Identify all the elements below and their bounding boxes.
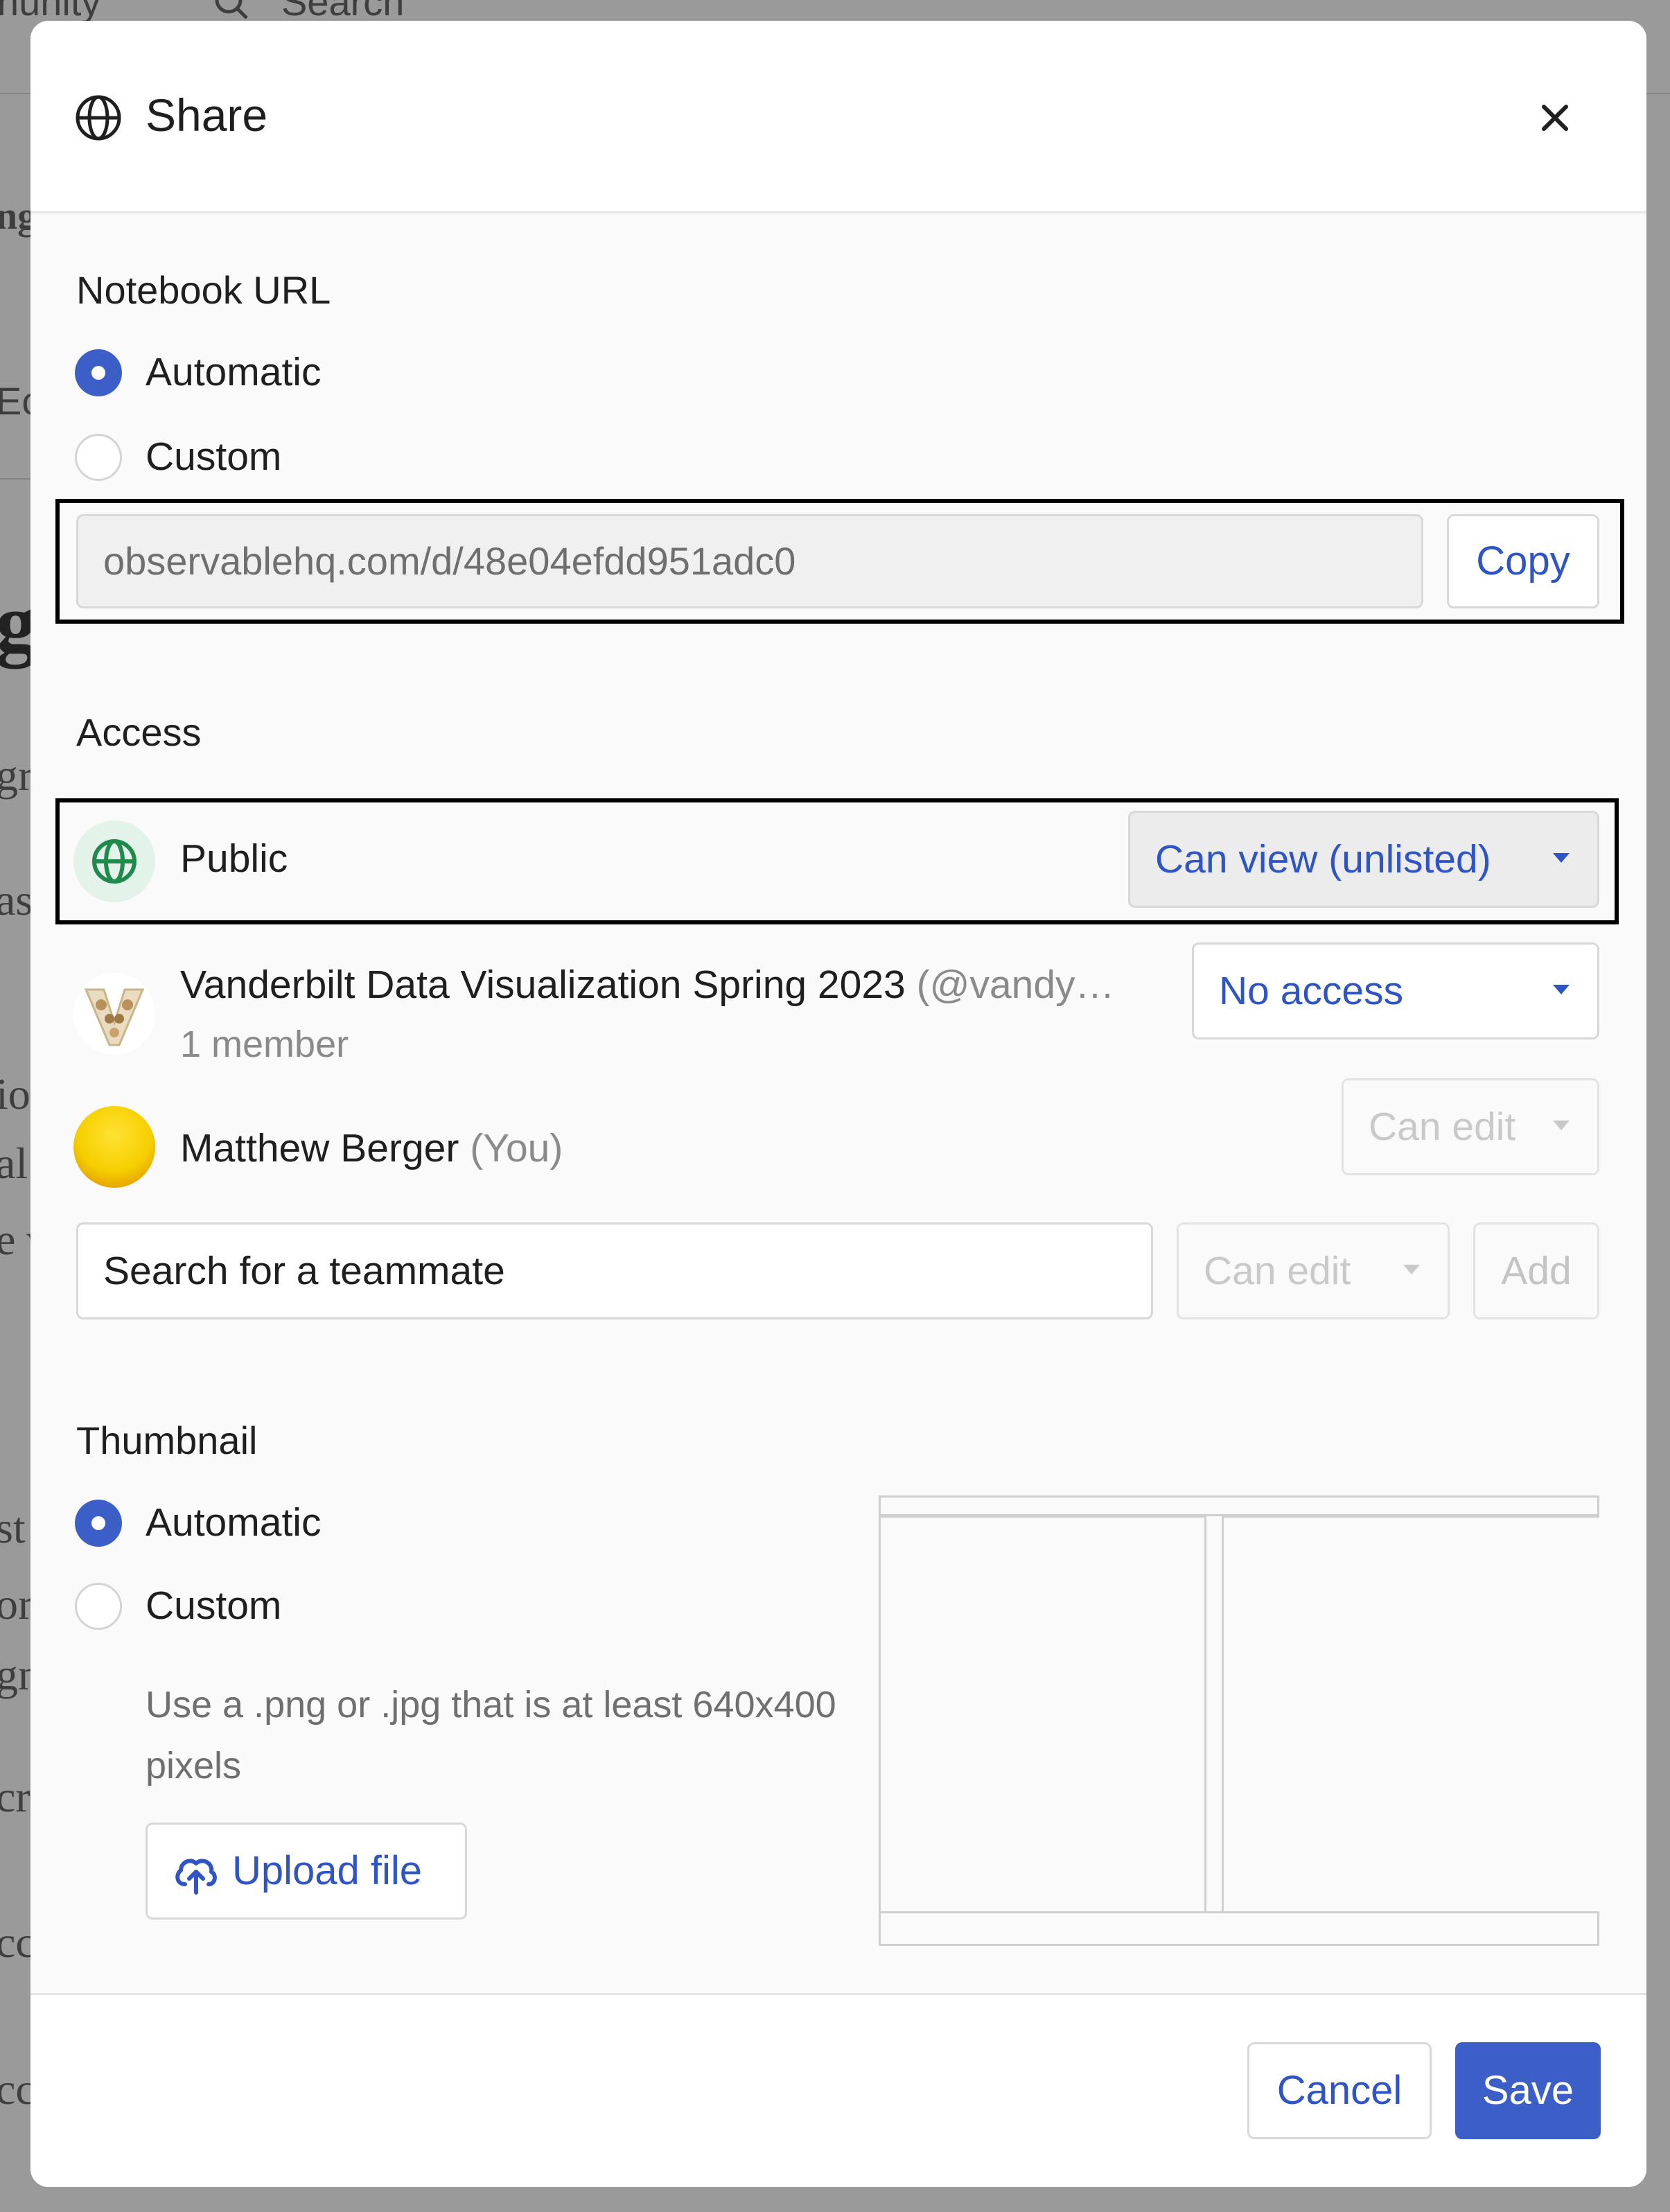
globe-icon (92, 839, 137, 884)
chevron-down-icon (1403, 1265, 1420, 1274)
thumbnail-hint: Use a .png or .jpg that is at least 640x… (146, 1684, 836, 1787)
background-fragment: io (0, 1069, 30, 1118)
thumbnail-automatic-radio[interactable] (75, 1500, 122, 1547)
thumbnail-custom-radio[interactable] (75, 1583, 122, 1630)
team-avatar (73, 973, 155, 1055)
dialog-title: Share (146, 89, 268, 141)
team-permission-value: No access (1219, 969, 1404, 1013)
team-permission-select[interactable]: No access (1192, 942, 1599, 1039)
background-fragment: gr (0, 750, 33, 800)
user-permission-value: Can edit (1369, 1105, 1516, 1149)
upload-file-button[interactable]: Upload file (146, 1823, 467, 1920)
thumbnail-preview-left-pane (881, 1516, 1206, 1913)
user-name: Matthew Berger (180, 1126, 459, 1170)
team-name-line: Vanderbilt Data Visualization Spring 202… (180, 962, 1115, 1008)
upload-icon (175, 1859, 217, 1895)
background-divider (0, 478, 30, 480)
public-label: Public (180, 836, 288, 881)
chevron-down-icon (1553, 1121, 1570, 1130)
background-fragment: as (0, 875, 33, 924)
background-search-icon (215, 0, 248, 19)
public-permission-select[interactable]: Can view (unlisted) (1128, 811, 1599, 908)
thumbnail-custom-label[interactable]: Custom (146, 1583, 281, 1629)
url-automatic-label[interactable]: Automatic (146, 349, 321, 395)
add-teammate-button[interactable]: Add (1473, 1222, 1599, 1319)
team-handle: (@vandy… (916, 963, 1115, 1007)
dialog-footer: Cancel Save (30, 1993, 1646, 2187)
url-automatic-radio[interactable] (75, 349, 122, 396)
thumbnail-preview-bottom-strip (881, 1911, 1597, 1913)
notebook-url-field[interactable]: observablehq.com/d/48e04efdd951adc0 (76, 514, 1423, 608)
team-name: Vanderbilt Data Visualization Spring 202… (180, 963, 906, 1007)
cancel-button[interactable]: Cancel (1247, 2042, 1432, 2139)
url-custom-radio[interactable] (75, 434, 122, 481)
user-avatar (73, 1106, 155, 1188)
team-member-count: 1 member (180, 1024, 349, 1065)
copy-url-button[interactable]: Copy (1447, 514, 1599, 608)
chevron-down-icon (1553, 985, 1570, 994)
upload-file-label: Upload file (232, 1848, 423, 1893)
notebook-url-heading: Notebook URL (76, 268, 331, 312)
background-fragment: al (0, 1139, 28, 1188)
new-member-permission-value: Can edit (1204, 1249, 1351, 1293)
team-logo-icon (73, 973, 155, 1055)
share-dialog: Share Notebook URL Automatic Custom obse… (30, 21, 1646, 2187)
teammate-search-input[interactable]: Search for a teammate (76, 1222, 1153, 1319)
dialog-header: Share (30, 21, 1646, 213)
new-member-permission-select[interactable]: Can edit (1177, 1222, 1450, 1319)
close-button[interactable] (1530, 93, 1580, 143)
thumbnail-preview-right-pane (1222, 1516, 1599, 1913)
background-fragment: st (0, 1503, 26, 1552)
save-button[interactable]: Save (1455, 2042, 1601, 2139)
public-permission-value: Can view (unlisted) (1155, 837, 1491, 881)
thumbnail-heading: Thumbnail (76, 1419, 258, 1462)
close-icon (1542, 105, 1568, 131)
user-you-suffix: (You) (470, 1126, 563, 1170)
background-fragment: cr (0, 1772, 30, 1821)
user-name-line: Matthew Berger (You) (180, 1125, 563, 1171)
public-avatar (73, 820, 155, 902)
user-permission-select: Can edit (1342, 1078, 1599, 1175)
globe-icon (76, 95, 121, 141)
thumbnail-preview (879, 1495, 1599, 1946)
thumbnail-automatic-label[interactable]: Automatic (146, 1500, 321, 1545)
background-fragment: or (0, 1579, 33, 1629)
access-heading: Access (76, 710, 202, 754)
url-custom-label[interactable]: Custom (146, 434, 281, 480)
chevron-down-icon (1553, 853, 1570, 863)
